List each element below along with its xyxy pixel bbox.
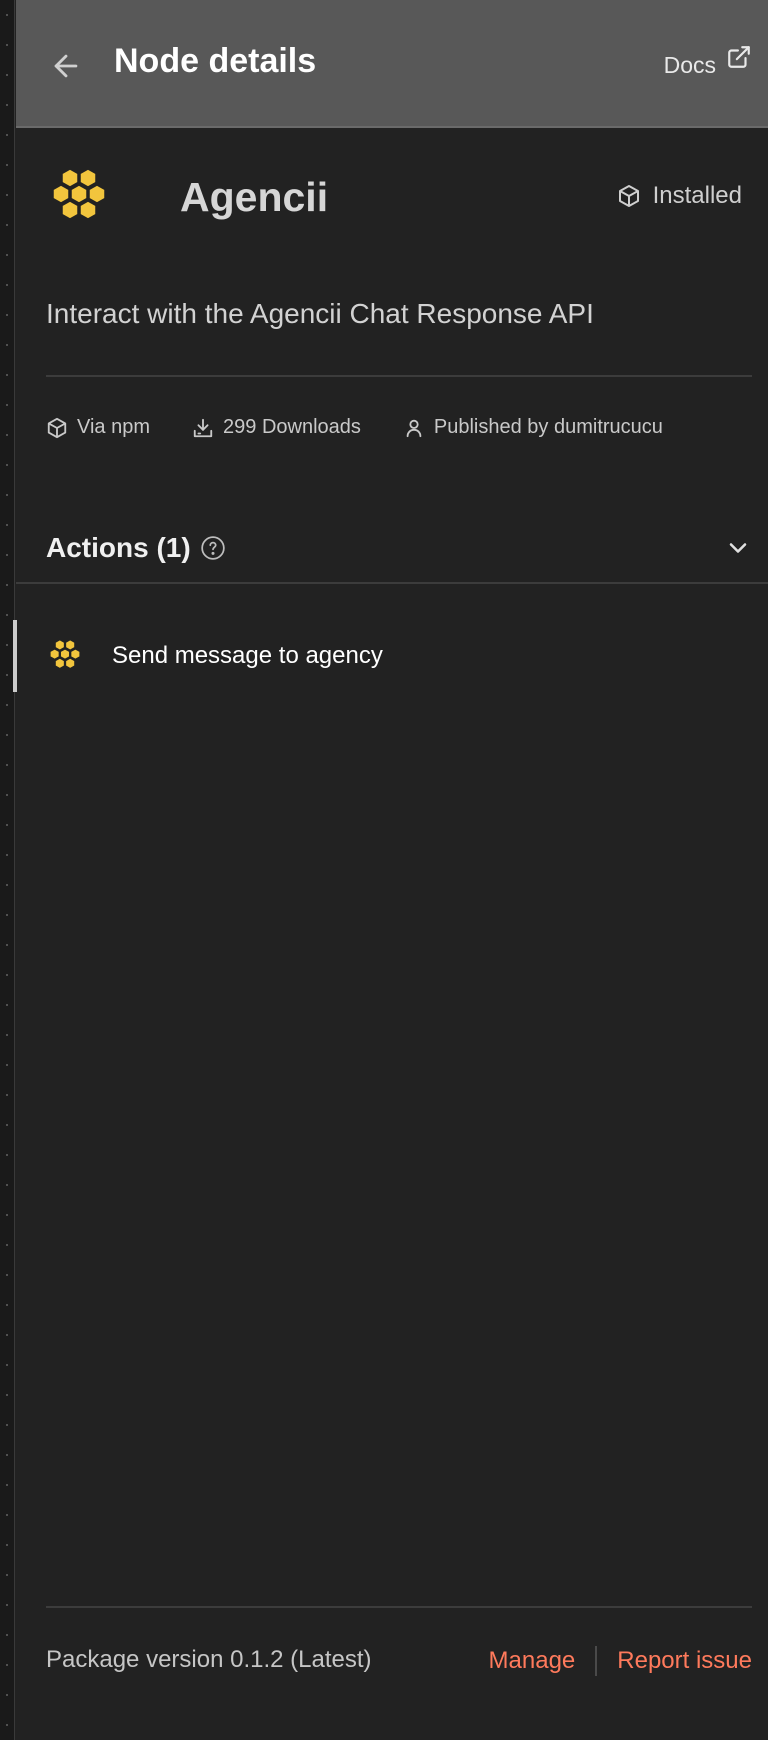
divider — [16, 582, 768, 584]
meta-publisher-label: Published by dumitrucucu — [433, 416, 663, 438]
package-version: Package version 0.1.2 (Latest) — [46, 1646, 372, 1673]
honeycomb-logo-icon — [52, 168, 106, 220]
canvas-edge — [0, 0, 15, 1740]
download-icon — [193, 418, 213, 437]
separator — [595, 1646, 598, 1676]
docs-label: Docs — [663, 52, 716, 78]
node-meta: Via npm 299 Downloads Published by dumit… — [46, 416, 663, 439]
node-description: Interact with the Agencii Chat Response … — [46, 298, 594, 329]
report-issue-link[interactable]: Report issue — [617, 1647, 752, 1675]
user-icon — [406, 419, 422, 437]
meta-downloads-label: 299 Downloads — [223, 416, 361, 438]
arrow-left-icon — [54, 54, 78, 78]
panel-header: Node details Docs — [16, 0, 768, 128]
help-icon[interactable] — [200, 535, 226, 561]
docs-link[interactable]: Docs — [664, 44, 752, 79]
meta-source-label: Via npm — [77, 416, 151, 438]
actions-title: Actions (1) — [46, 532, 191, 563]
divider — [46, 1606, 752, 1608]
node-name: Agencii — [180, 174, 329, 220]
external-link-icon — [728, 46, 750, 68]
manage-link[interactable]: Manage — [489, 1647, 576, 1675]
package-icon — [47, 417, 67, 438]
action-item-send-message[interactable]: Send message to agency — [13, 620, 768, 692]
node-summary: Agencii Installed — [46, 166, 752, 232]
back-button[interactable] — [46, 46, 86, 86]
installed-label: Installed — [652, 182, 742, 209]
action-item-label: Send message to agency — [112, 642, 383, 669]
honeycomb-logo-icon — [49, 639, 81, 670]
meta-publisher: Published by dumitrucucu — [403, 416, 663, 439]
package-icon — [618, 185, 639, 207]
page-title: Node details — [114, 42, 317, 80]
chevron-down-icon[interactable] — [724, 534, 752, 562]
node-details-panel: Node details Docs Agencii Installed Inte… — [13, 0, 768, 1740]
meta-source: Via npm — [46, 416, 150, 439]
meta-downloads: 299 Downloads — [192, 416, 361, 439]
footer-links: Manage Report issue — [489, 1646, 752, 1676]
installed-badge: Installed — [617, 182, 742, 210]
actions-section-header[interactable]: Actions (1) — [46, 530, 752, 566]
active-indicator — [13, 620, 17, 692]
divider — [46, 375, 752, 377]
